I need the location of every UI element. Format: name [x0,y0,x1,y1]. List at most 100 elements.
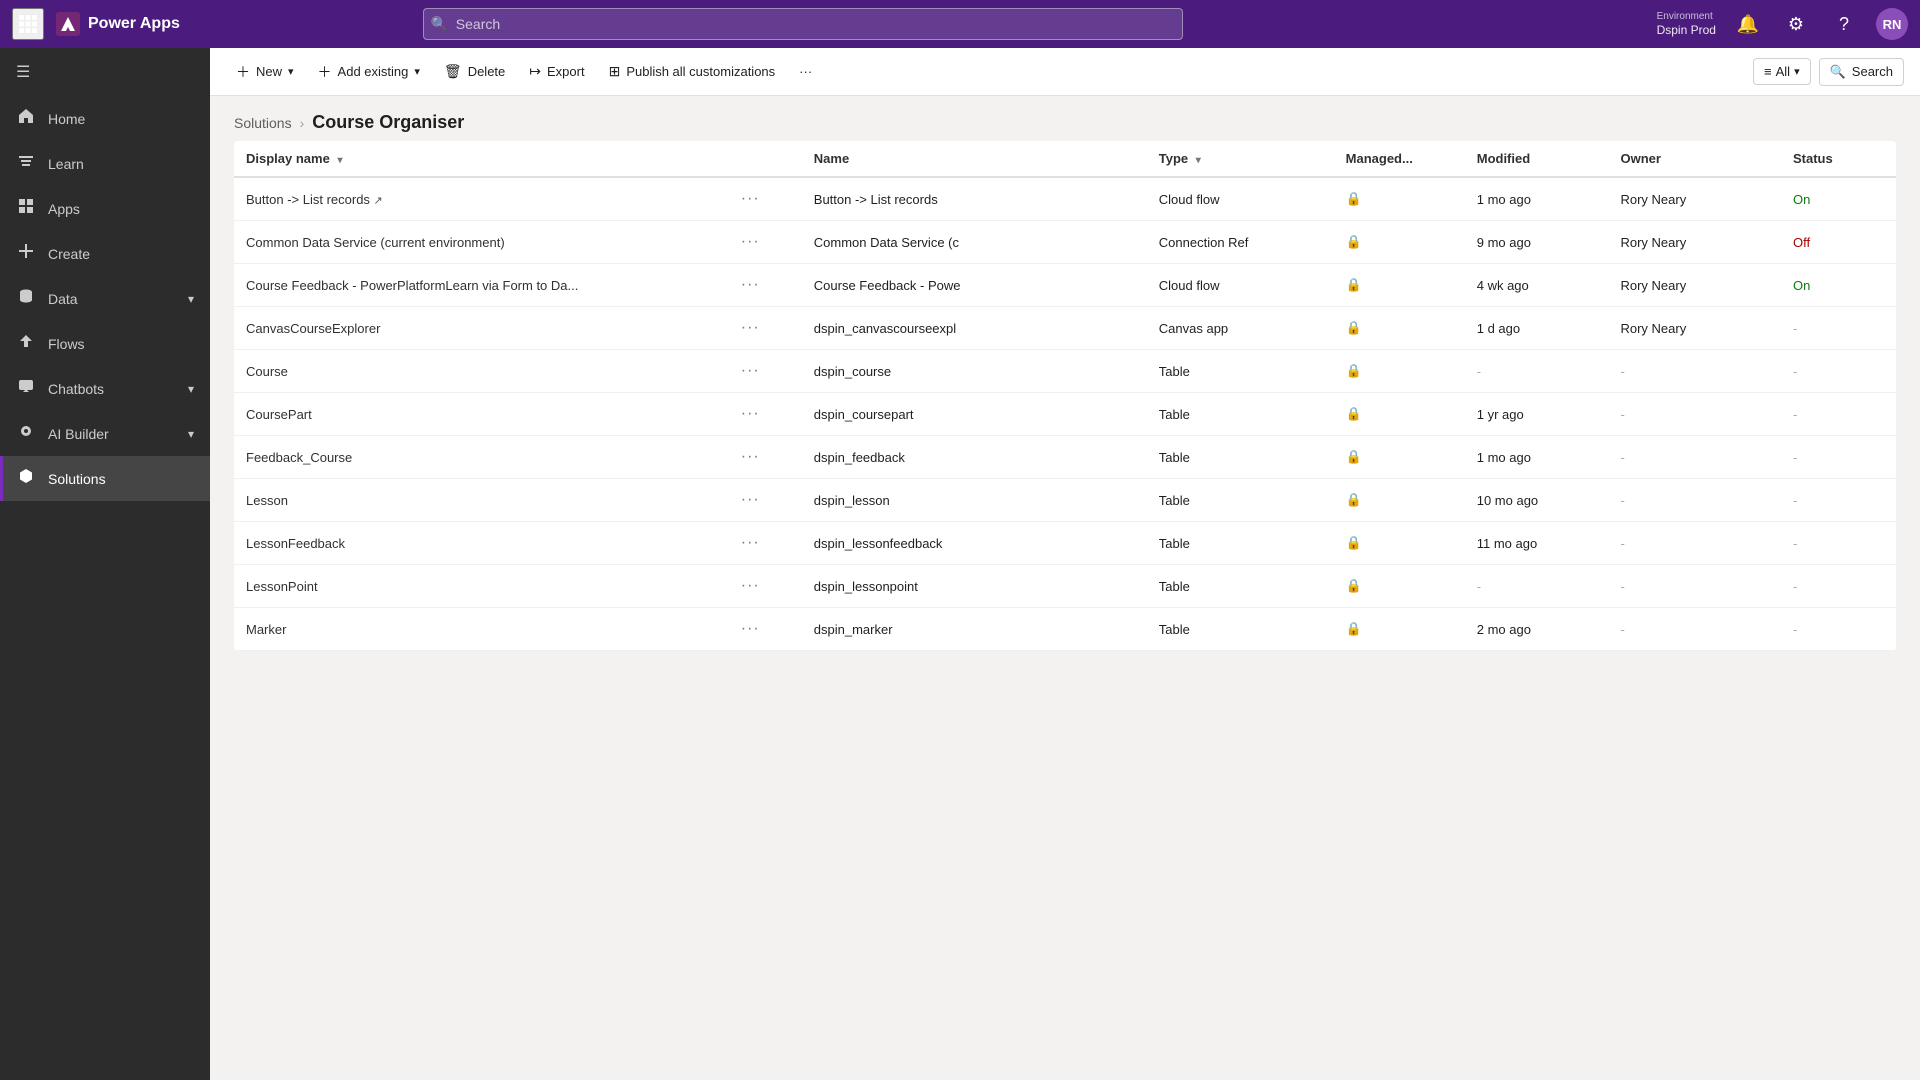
cell-status: - [1781,479,1896,522]
status-dash: - [1793,536,1797,551]
row-more-button[interactable]: ··· [735,317,766,339]
filter-icon: ≡ [1764,64,1772,79]
topbar-search-icon: 🔍 [431,16,448,33]
status-dash: - [1793,579,1797,594]
cell-more-menu: ··· [723,177,802,221]
lock-icon: 🔒 [1346,191,1362,206]
delete-button[interactable]: 🗑 Delete [434,57,515,86]
chatbots-icon [16,378,36,399]
cell-managed: 🔒 [1334,608,1465,651]
export-button[interactable]: ↦ Export [519,57,594,86]
notifications-button[interactable]: 🔔 [1732,8,1764,40]
table-row: Course Feedback - PowerPlatformLearn via… [234,264,1896,307]
solutions-icon [16,468,36,489]
col-header-type[interactable]: Type ▾ [1147,141,1334,177]
sidebar-item-apps[interactable]: Apps [0,186,210,231]
cell-display-name: LessonFeedback [234,522,723,565]
settings-button[interactable]: ⚙ [1780,8,1812,40]
row-more-button[interactable]: ··· [735,188,766,210]
row-more-button[interactable]: ··· [735,403,766,425]
cell-more-menu: ··· [723,565,802,608]
help-button[interactable]: ? [1828,8,1860,40]
row-more-button[interactable]: ··· [735,489,766,511]
solutions-table: Display name ▾ Name Type ▾ Managed... [234,141,1896,651]
col-header-managed[interactable]: Managed... [1334,141,1465,177]
col-header-modified[interactable]: Modified [1465,141,1609,177]
main-layout: ☰ Home Learn Apps Create [0,48,1920,1080]
row-more-button[interactable]: ··· [735,532,766,554]
table-row: Button -> List records ↗···Button -> Lis… [234,177,1896,221]
table-row: Common Data Service (current environment… [234,221,1896,264]
external-link-icon[interactable]: ↗ [374,195,383,207]
avatar[interactable]: RN [1876,8,1908,40]
cell-more-menu: ··· [723,350,802,393]
breadcrumb-solutions-link[interactable]: Solutions [234,115,292,131]
cell-modified: - [1465,350,1609,393]
row-more-button[interactable]: ··· [735,575,766,597]
status-dash: - [1793,450,1797,465]
status-dash: - [1793,622,1797,637]
cell-managed: 🔒 [1334,479,1465,522]
add-existing-button[interactable]: ＋ Add existing ▾ [308,56,430,88]
sidebar-toggle[interactable]: ☰ [0,48,210,96]
row-more-button[interactable]: ··· [735,446,766,468]
row-more-button[interactable]: ··· [735,231,766,253]
cell-display-name: CoursePart [234,393,723,436]
sidebar-item-ai-builder[interactable]: AI Builder ▾ [0,411,210,456]
cell-owner: Rory Neary [1608,177,1781,221]
cell-modified: 1 mo ago [1465,177,1609,221]
col-header-display-name[interactable]: Display name ▾ [234,141,723,177]
cell-status: - [1781,565,1896,608]
data-chevron-icon: ▾ [188,292,194,306]
cell-type: Connection Ref [1147,221,1334,264]
cell-name: dspin_feedback [802,436,1147,479]
row-more-button[interactable]: ··· [735,274,766,296]
cell-status: - [1781,307,1896,350]
cell-display-name: LessonPoint [234,565,723,608]
new-button[interactable]: ＋ New ▾ [226,56,304,88]
sidebar-item-data[interactable]: Data ▾ [0,276,210,321]
breadcrumb: Solutions › Course Organiser [210,96,1920,141]
ai-builder-chevron-icon: ▾ [188,427,194,441]
cell-owner: - [1608,436,1781,479]
cell-owner: Rory Neary [1608,264,1781,307]
sidebar-item-chatbots[interactable]: Chatbots ▾ [0,366,210,411]
sidebar-item-flows[interactable]: Flows [0,321,210,366]
waffle-menu-button[interactable] [12,8,44,40]
row-more-button[interactable]: ··· [735,618,766,640]
sidebar-item-create[interactable]: Create [0,231,210,276]
lock-icon: 🔒 [1346,406,1362,421]
sidebar-item-home[interactable]: Home [0,96,210,141]
table-row: CoursePart···dspin_coursepartTable🔒1 yr … [234,393,1896,436]
cell-status: On [1781,177,1896,221]
new-icon: ＋ [236,62,250,82]
more-button[interactable]: ··· [789,58,822,85]
col-header-name[interactable]: Name [802,141,1147,177]
toolbar-search-button[interactable]: 🔍 Search [1819,58,1904,86]
col-header-owner[interactable]: Owner [1608,141,1781,177]
filter-all-button[interactable]: ≡ All ▾ [1753,58,1811,85]
cell-managed: 🔒 [1334,436,1465,479]
publish-button[interactable]: ⊞ Publish all customizations [599,57,786,86]
global-search-input[interactable] [423,8,1183,40]
cell-status: - [1781,608,1896,651]
data-icon [16,288,36,309]
cell-modified: 11 mo ago [1465,522,1609,565]
col-header-status[interactable]: Status [1781,141,1896,177]
filter-chevron-icon: ▾ [1794,65,1800,78]
row-more-button[interactable]: ··· [735,360,766,382]
cell-type: Table [1147,565,1334,608]
table-row: Course···dspin_courseTable🔒--- [234,350,1896,393]
col-header-menu [723,141,802,177]
cell-more-menu: ··· [723,307,802,350]
cell-modified: 1 yr ago [1465,393,1609,436]
cell-name: dspin_lessonpoint [802,565,1147,608]
cell-status: - [1781,393,1896,436]
sidebar-item-learn[interactable]: Learn [0,141,210,186]
sidebar-item-solutions[interactable]: Solutions [0,456,210,501]
cell-modified: - [1465,565,1609,608]
cell-owner: - [1608,393,1781,436]
lock-icon: 🔒 [1346,578,1362,593]
cell-type: Table [1147,350,1334,393]
type-sort-icon: ▾ [1196,155,1201,166]
